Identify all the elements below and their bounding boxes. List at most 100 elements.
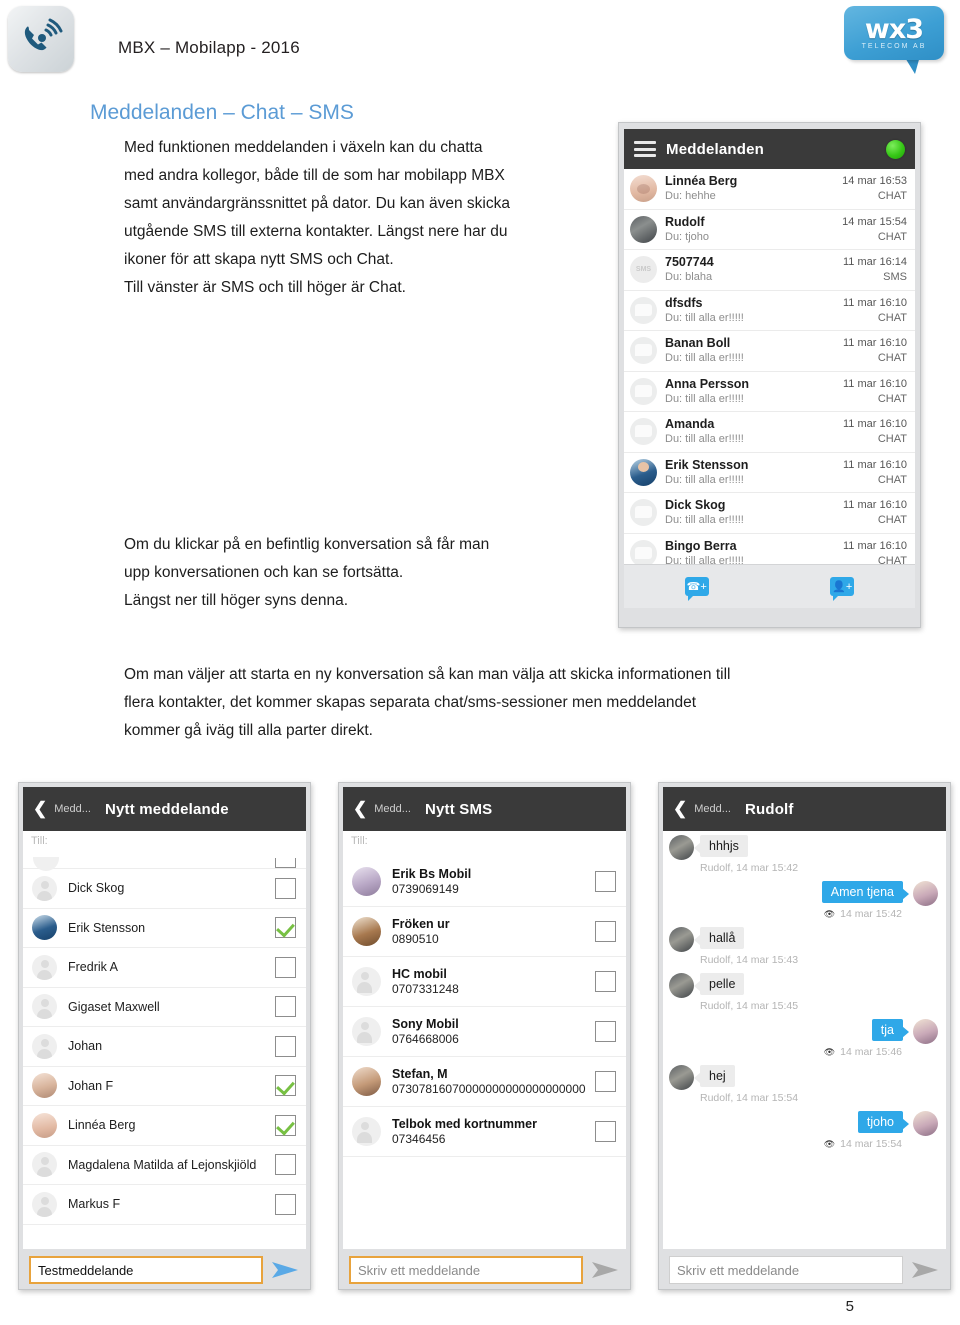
chat-thread[interactable]: hhhjs Rudolf, 14 mar 15:42 Amen tjena 👁 14 m… xyxy=(663,831,946,1249)
avatar xyxy=(352,917,381,946)
conversation-row[interactable]: SMS 7507744 Du: blaha 11 mar 16:14 SMS xyxy=(624,250,915,291)
checkbox[interactable] xyxy=(595,1021,616,1042)
paragraph-intro: Med funktionen meddelanden i växeln kan … xyxy=(124,134,594,302)
avatar xyxy=(669,973,694,998)
checkbox[interactable] xyxy=(595,1071,616,1092)
conversation-row[interactable]: dfsdfs Du: till alla er!!!!! 11 mar 16:10 C… xyxy=(624,291,915,331)
back-label[interactable]: Medd... xyxy=(694,803,731,815)
back-chevron-icon[interactable]: ❮ xyxy=(673,799,687,819)
conversation-list[interactable]: Linnéa Berg Du: hehhe 14 mar 16:53 CHAT Rudo… xyxy=(624,169,915,564)
avatar xyxy=(669,1065,694,1090)
back-label[interactable]: Medd... xyxy=(374,803,411,815)
contact-row[interactable]: Dick Skog xyxy=(23,869,306,909)
checkbox-checked[interactable] xyxy=(275,917,296,939)
contact-row[interactable]: Fredrik A xyxy=(23,948,306,988)
page-number: 5 xyxy=(845,1298,854,1315)
online-status-dot[interactable] xyxy=(886,139,905,159)
conversation-time: 11 mar 16:10 xyxy=(842,458,907,471)
contact-row[interactable]: Sony Mobil 0764668006 xyxy=(343,1007,626,1057)
read-receipt-icon: 👁 xyxy=(823,908,836,919)
paragraph-line: utgående SMS till externa kontakter. Län… xyxy=(124,223,508,240)
paragraph-line: upp konversationen och kan se fortsätta. xyxy=(124,564,404,581)
to-field[interactable]: Till: xyxy=(343,831,626,857)
avatar xyxy=(630,215,657,243)
conversation-row[interactable]: Erik Stensson Du: till alla er!!!!! 11 mar… xyxy=(624,453,915,493)
checkbox[interactable] xyxy=(275,996,296,1018)
incoming-message: pelle xyxy=(669,973,938,998)
message-input[interactable]: Skriv ett meddelande xyxy=(349,1256,583,1284)
avatar xyxy=(32,915,57,941)
outgoing-message: tjoho xyxy=(669,1111,938,1136)
checkbox[interactable] xyxy=(595,871,616,892)
message-input[interactable]: Skriv ett meddelande xyxy=(669,1256,903,1284)
send-button[interactable] xyxy=(270,1261,300,1279)
contact-row[interactable]: Magdalena Matilda af Lejonskjiöld xyxy=(23,1146,306,1185)
read-receipt-icon: 👁 xyxy=(823,1046,836,1057)
contact-row[interactable]: Fröken ur 0890510 xyxy=(343,907,626,957)
contact-row[interactable]: Gigaset Maxwell xyxy=(23,988,306,1027)
new-chat-icon: 👤+ xyxy=(830,577,855,601)
conversation-row[interactable]: Banan Boll Du: till alla er!!!!! 11 mar 16… xyxy=(624,331,915,372)
checkbox[interactable] xyxy=(595,971,616,992)
conversation-meta: 14 mar 15:54 CHAT xyxy=(842,215,907,244)
compose-bar: Testmeddelande xyxy=(23,1249,306,1289)
checkbox[interactable] xyxy=(275,1035,296,1057)
conversation-time: 14 mar 16:53 xyxy=(842,175,907,188)
send-button[interactable] xyxy=(910,1261,940,1279)
contact-row[interactable]: Johan F xyxy=(23,1067,306,1106)
checkbox-checked[interactable] xyxy=(275,1075,296,1097)
conversation-row[interactable]: Dick Skog Du: till alla er!!!!! 11 mar 16:… xyxy=(624,493,915,534)
contact-name: Johan xyxy=(68,1039,103,1054)
send-arrow-icon xyxy=(272,1262,298,1278)
contact-row[interactable]: HC mobil 0707331248 xyxy=(343,957,626,1007)
conversation-time: 11 mar 16:10 xyxy=(842,296,907,309)
conversation-name: Linnéa Berg xyxy=(665,174,738,189)
checkbox[interactable] xyxy=(595,1121,616,1142)
conversation-time: 11 mar 16:10 xyxy=(842,418,907,431)
contact-row[interactable]: Erik Stensson xyxy=(23,909,306,948)
new-chat-button[interactable]: 👤+ xyxy=(770,577,916,601)
conversation-row[interactable]: Anna Persson Du: till alla er!!!!! 11 mar … xyxy=(624,372,915,412)
contact-list[interactable]: Erik Bs Mobil 0739069149 Fröken ur 0890510 H… xyxy=(343,857,626,1157)
contact-number: 0890510 xyxy=(392,931,439,946)
clipped-checkbox[interactable] xyxy=(275,858,296,868)
logo-wordmark: wx3 xyxy=(864,14,924,45)
contact-row[interactable]: Stefan, M 07307816070000000000000000000 xyxy=(343,1057,626,1107)
contact-row[interactable]: Markus F xyxy=(23,1185,306,1225)
conversation-row[interactable]: Amanda Du: till alla er!!!!! 11 mar 16:10 C… xyxy=(624,412,915,453)
conversation-row[interactable]: Linnéa Berg Du: hehhe 14 mar 16:53 CHAT xyxy=(624,169,915,210)
message-meta: 👁 14 mar 15:54 xyxy=(669,1138,902,1150)
avatar xyxy=(32,1033,57,1059)
message-input[interactable]: Testmeddelande xyxy=(29,1256,263,1284)
checkbox[interactable] xyxy=(275,877,296,899)
conversation-row[interactable]: Bingo Berra Du: till alla er!!!!! 11 mar 1… xyxy=(624,534,915,564)
to-field[interactable]: Till: xyxy=(23,831,306,871)
conversation-meta: 11 mar 16:10 CHAT xyxy=(843,458,907,487)
checkbox[interactable] xyxy=(275,956,296,978)
app-bar: Meddelanden xyxy=(624,129,915,169)
checkbox[interactable] xyxy=(275,1193,296,1215)
checkbox[interactable] xyxy=(275,1154,296,1176)
checkbox[interactable] xyxy=(595,921,616,942)
message-bubble: hallå xyxy=(693,927,745,949)
conversation-meta: 14 mar 16:53 CHAT xyxy=(842,174,907,203)
contact-list[interactable]: Dick Skog Erik Stensson Fredrik A Gigaset M… xyxy=(23,869,306,1225)
back-chevron-icon[interactable]: ❮ xyxy=(33,799,47,819)
checkbox-checked[interactable] xyxy=(275,1114,296,1136)
message-timestamp: 14 mar 15:42 xyxy=(840,908,902,920)
contact-row[interactable]: Linnéa Berg xyxy=(23,1106,306,1146)
message-bubble: pelle xyxy=(693,973,745,995)
avatar xyxy=(669,927,694,952)
contact-row[interactable]: Telbok med kortnummer 07346456 xyxy=(343,1107,626,1157)
contact-row[interactable]: Johan xyxy=(23,1027,306,1067)
conversation-preview: Du: till alla er!!!!! xyxy=(665,311,744,324)
back-label[interactable]: Medd... xyxy=(54,803,91,815)
back-chevron-icon[interactable]: ❮ xyxy=(353,799,367,819)
new-sms-button[interactable]: ☎+ xyxy=(624,577,770,601)
conversation-preview: Du: till alla er!!!!! xyxy=(665,514,744,527)
conversation-row[interactable]: Rudolf Du: tjoho 14 mar 15:54 CHAT xyxy=(624,210,915,250)
send-button[interactable] xyxy=(590,1261,620,1279)
chat-message: hej Rudolf, 14 mar 15:54 xyxy=(669,1065,938,1104)
hamburger-icon[interactable] xyxy=(634,141,656,157)
contact-row[interactable]: Erik Bs Mobil 0739069149 xyxy=(343,857,626,907)
